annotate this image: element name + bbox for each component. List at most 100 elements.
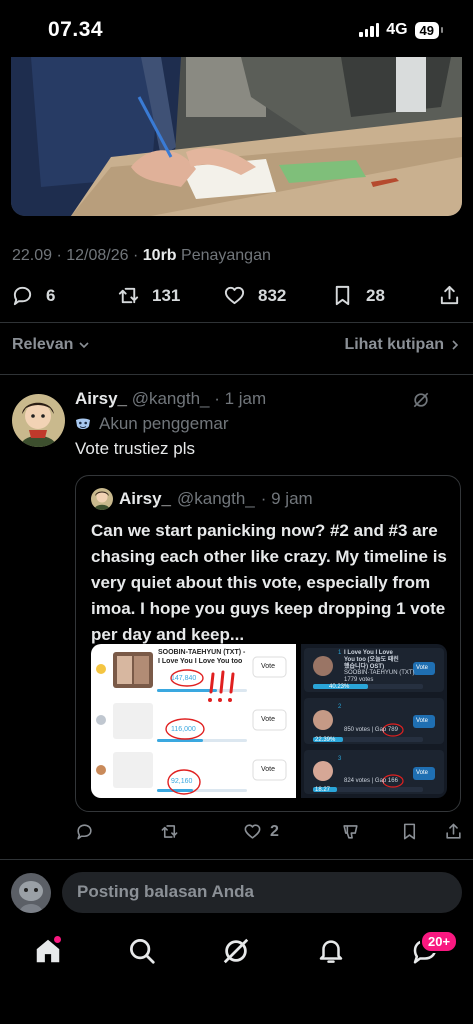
reply-icon (13, 286, 32, 306)
dark-percent-1: 40.23% (329, 684, 350, 690)
vote-count-3: 92,160 (171, 778, 193, 785)
dark-vote-button-2: Vote (416, 718, 429, 724)
post-timestamp: 22.09 · 12/08/26 · (12, 247, 143, 264)
status-time: 07.34 (48, 18, 104, 41)
replies-filter-row: Relevan Lihat kutipan (12, 336, 461, 354)
status-bar: 07.34 4G 49 (0, 0, 473, 62)
bookmark-icon (403, 823, 416, 840)
sort-label: Relevan (12, 336, 74, 353)
messages-badge: 20+ (420, 930, 459, 953)
reply-author-line: Airsy_ @kangth_ · 1 jam (75, 389, 266, 409)
sort-dropdown[interactable]: Relevan (12, 336, 90, 354)
vote-count-2: 116,000 (171, 726, 196, 733)
signal-icon (359, 23, 380, 37)
like-count: 832 (258, 285, 287, 305)
reply-repost-button[interactable] (160, 822, 179, 841)
nav-notifications[interactable] (316, 936, 346, 966)
author-name[interactable]: Airsy_ (75, 389, 127, 408)
share-button[interactable] (438, 284, 461, 307)
view-quotes-link[interactable]: Lihat kutipan (344, 336, 461, 354)
post-video[interactable] (11, 57, 462, 216)
dark-artist: SOOBIN·TAEHYUN (TXT) (344, 670, 415, 676)
share-icon (446, 823, 461, 839)
dark-votes-2: 850 votes | Gap 789 (344, 727, 398, 733)
chevron-right-icon (452, 340, 459, 350)
share-icon (440, 285, 459, 305)
like-button[interactable]: 832 (223, 284, 286, 307)
status-indicators: 4G 49 (359, 21, 444, 39)
reply-actions: 2 (0, 822, 473, 844)
reply-icon (77, 824, 92, 840)
mask-icon (76, 418, 90, 429)
heart-icon (224, 286, 245, 305)
reply-like-button[interactable]: 2 (243, 822, 279, 841)
avatar-image (11, 873, 51, 913)
reply-input[interactable]: Posting balasan Anda (62, 872, 462, 913)
quote-author-line: Airsy_ @kangth_ · 9 jam (91, 488, 313, 510)
vote-button-3: Vote (261, 766, 276, 773)
vote-count-1: 147,840 (171, 675, 197, 682)
video-frame-image (11, 57, 462, 216)
fan-account-text: Akun penggemar (99, 414, 229, 433)
post-actions: 6 131 832 28 (0, 284, 473, 310)
dark-votes-1: 1779 votes (344, 677, 374, 683)
network-label: 4G (386, 21, 408, 38)
author-handle[interactable]: @kangth_ (132, 389, 210, 408)
view-count: 10rb (142, 247, 177, 264)
dark-votes-3: 824 votes | Gap 166 (344, 778, 398, 784)
reply-bookmark-button[interactable] (400, 822, 419, 841)
vote-screenshot-dark[interactable]: 1 I Love You I Love You too (오늘도 때린했습니다)… (301, 644, 447, 798)
quote-text: Can we start panicking now? #2 and #3 ar… (91, 521, 447, 644)
dark-vote-button-3: Vote (416, 770, 429, 776)
quote-avatar (91, 488, 113, 510)
nav-grok[interactable] (221, 936, 251, 966)
repost-icon (161, 825, 178, 838)
heart-icon (244, 824, 261, 839)
downvote-button[interactable] (341, 822, 360, 841)
divider (0, 859, 473, 860)
bell-icon (319, 940, 343, 963)
dark-percent-2: 22.39% (315, 737, 336, 743)
reply-composer: Posting balasan Anda (11, 872, 462, 914)
bottom-nav: 20+ (0, 930, 473, 980)
grok-icon (223, 938, 249, 964)
avatar[interactable] (12, 394, 65, 447)
reply-reply-button[interactable] (75, 822, 94, 841)
dark-percent-3: 18.27 (315, 787, 331, 793)
home-notification-dot (54, 936, 61, 943)
divider (0, 374, 473, 375)
repost-icon (118, 287, 139, 304)
reply-time: · 1 jam (214, 389, 267, 408)
avatar-image (91, 488, 113, 510)
post-meta: 22.09 · 12/08/26 · 10rb Penayangan (12, 247, 271, 265)
downvote-icon (343, 825, 358, 839)
bookmark-icon (335, 285, 350, 306)
reply-share-button[interactable] (444, 822, 463, 841)
vote-song-title: SOOBIN-TAEHYUN (TXT) - I Love You I Love… (158, 649, 246, 665)
quote-time: · 9 jam (260, 489, 313, 508)
nav-search[interactable] (127, 936, 157, 966)
dark-song-title: I Love You I Love You too (오늘도 때린했습니다) O… (344, 650, 399, 670)
rank-2: 2 (338, 704, 342, 710)
search-icon (130, 939, 155, 964)
rank-3: 3 (338, 756, 342, 762)
reply-button[interactable]: 6 (11, 284, 55, 307)
vote-screenshot-light[interactable]: SOOBIN-TAEHYUN (TXT) - I Love You I Love… (91, 644, 296, 798)
vote-button-2: Vote (261, 716, 276, 723)
reply-count: 6 (46, 285, 56, 305)
quoted-tweet[interactable]: Airsy_ @kangth_ · 9 jam Can we start pan… (75, 475, 461, 812)
fan-account-label: Akun penggemar (75, 414, 228, 434)
grok-icon[interactable] (411, 390, 431, 410)
rank-1: 1 (338, 650, 342, 656)
chevron-down-icon (79, 342, 89, 349)
quote-author-handle: @kangth_ (176, 489, 255, 508)
quote-images: SOOBIN-TAEHYUN (TXT) - I Love You I Love… (91, 644, 447, 798)
divider (0, 322, 473, 323)
quote-author-name: Airsy_ (119, 489, 171, 508)
bookmark-button[interactable]: 28 (331, 284, 385, 307)
dark-vote-button-1: Vote (416, 665, 429, 671)
my-avatar[interactable] (11, 873, 51, 913)
battery-icon: 49 (414, 21, 444, 39)
view-quotes-label: Lihat kutipan (344, 336, 444, 353)
repost-button[interactable]: 131 (117, 284, 180, 307)
